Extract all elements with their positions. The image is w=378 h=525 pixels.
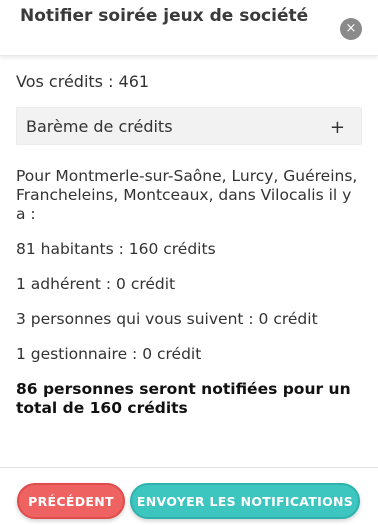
audience-row-members: 1 adhérent : 0 crédit [16, 275, 176, 293]
close-icon[interactable]: × [340, 18, 362, 40]
dialog-content: Vos crédits : 461 Barème de crédits + Po… [16, 72, 362, 418]
dialog-footer: PRÉCÉDENT ENVOYER LES NOTIFICATIONS [0, 467, 378, 525]
notification-summary: 86 personnes seront notifiées pour un to… [16, 380, 351, 417]
plus-icon[interactable]: + [330, 118, 345, 138]
send-notifications-button[interactable]: ENVOYER LES NOTIFICATIONS [130, 483, 360, 519]
audience-row-residents: 81 habitants : 160 crédits [16, 240, 216, 258]
accordion-label: Barème de crédits [26, 117, 173, 136]
previous-button[interactable]: PRÉCÉDENT [17, 483, 125, 519]
credit-scale-accordion[interactable]: Barème de crédits + [16, 107, 362, 145]
audience-row-managers: 1 gestionnaire : 0 crédit [16, 345, 202, 363]
audience-row-followers: 3 personnes qui vous suivent : 0 crédit [16, 310, 318, 328]
dialog-header: Notifier soirée jeux de société × [0, 0, 378, 56]
credits-balance: Vos crédits : 461 [16, 72, 150, 91]
audience-intro: Pour Montmerle-sur-Saône, Lurcy, Guérein… [16, 167, 358, 223]
dialog-title: Notifier soirée jeux de société [20, 6, 309, 26]
